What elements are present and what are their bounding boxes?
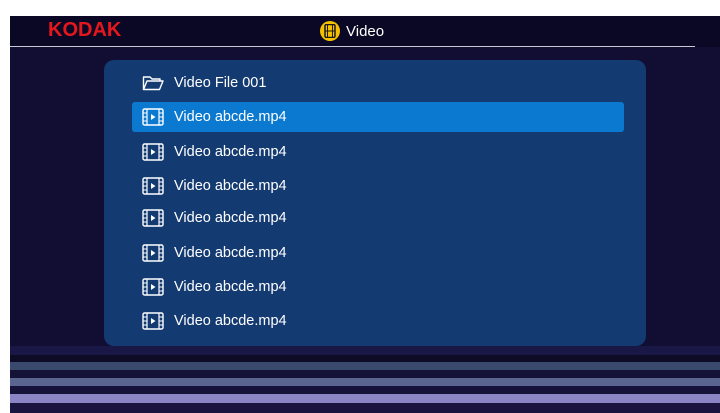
decorative-stripe <box>10 394 720 403</box>
kodak-logo: KODAK <box>48 19 122 41</box>
list-item-label: Video abcde.mp4 <box>174 245 287 261</box>
header-divider <box>10 46 695 47</box>
list-item-folder[interactable]: Video File 001 <box>132 68 624 98</box>
film-icon <box>320 21 340 41</box>
list-item-label: Video abcde.mp4 <box>174 210 287 226</box>
video-file-icon <box>142 177 164 195</box>
decorative-stripe <box>10 346 720 355</box>
folder-icon <box>142 74 164 92</box>
decorative-stripe <box>10 370 720 378</box>
list-item[interactable]: Video abcde.mp4 <box>132 171 624 201</box>
list-item-label: Video abcde.mp4 <box>174 109 287 125</box>
video-file-icon <box>142 244 164 262</box>
list-item-label: Video abcde.mp4 <box>174 313 287 329</box>
video-file-icon <box>142 278 164 296</box>
video-file-icon <box>142 143 164 161</box>
decorative-stripe <box>10 386 720 394</box>
decorative-stripe <box>10 362 720 370</box>
list-item[interactable]: Video abcde.mp4 <box>132 306 624 336</box>
list-item-label: Video abcde.mp4 <box>174 178 287 194</box>
page-title-text: Video <box>346 22 385 40</box>
decorative-stripe <box>10 355 720 362</box>
list-item-label: Video abcde.mp4 <box>174 279 287 295</box>
list-item[interactable]: Video abcde.mp4 <box>132 137 624 167</box>
list-item[interactable]: Video abcde.mp4 <box>132 272 624 302</box>
list-item[interactable]: Video abcde.mp4 <box>132 203 624 233</box>
decorative-stripe <box>10 378 720 386</box>
tv-screen: KODAK Video Video File 001 Video abcde.m… <box>10 16 720 413</box>
list-item-label: Video abcde.mp4 <box>174 144 287 160</box>
file-list-panel: Video File 001 Video abcde.mp4 Video abc… <box>104 60 646 346</box>
video-file-icon <box>142 312 164 330</box>
list-item-selected[interactable]: Video abcde.mp4 <box>132 102 624 132</box>
top-bar: KODAK Video <box>10 16 720 47</box>
decorative-stripe <box>10 403 720 413</box>
list-item-label: Video File 001 <box>174 75 267 91</box>
list-item[interactable]: Video abcde.mp4 <box>132 238 624 268</box>
video-file-icon <box>142 209 164 227</box>
video-file-icon <box>142 108 164 126</box>
page-title: Video <box>320 21 384 41</box>
